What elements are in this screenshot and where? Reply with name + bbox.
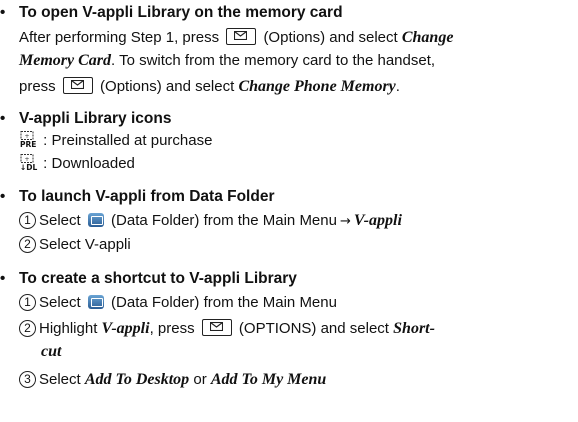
- step-item: 1 Select (Data Folder) from the Main Menu…: [19, 212, 402, 230]
- downloaded-icon: + ↓DL: [19, 154, 39, 171]
- section-heading: To launch V-appli from Data Folder: [19, 188, 275, 205]
- body-line: After performing Step 1, press (Options)…: [19, 28, 454, 46]
- icon-legend-item: + ↓DL : Downloaded: [19, 154, 135, 172]
- data-folder-icon: [87, 213, 104, 227]
- step-item: 2 Select V-appli: [19, 236, 131, 253]
- mail-key-icon: [201, 319, 232, 336]
- svg-text:+: +: [24, 156, 29, 163]
- bullet: •: [0, 110, 6, 127]
- section-heading: To create a shortcut to V-appli Library: [19, 270, 297, 287]
- step-item: 2 Highlight V-appli, press (OPTIONS) and …: [19, 319, 435, 338]
- step-number: 2: [19, 236, 36, 253]
- data-folder-icon: [87, 295, 104, 309]
- svg-text:↓DL: ↓DL: [20, 163, 38, 171]
- icon-legend-item: + PRE : Preinstalled at purchase: [19, 131, 213, 149]
- step-number: 1: [19, 294, 36, 311]
- step-item: 1 Select (Data Folder) from the Main Menu: [19, 294, 337, 311]
- section-heading: To open V-appli Library on the memory ca…: [19, 4, 343, 21]
- step-number: 1: [19, 212, 36, 229]
- preinstalled-icon: + PRE: [19, 131, 39, 148]
- svg-text:+: +: [24, 133, 29, 140]
- step-number: 2: [19, 320, 36, 337]
- section-heading: V-appli Library icons: [19, 110, 172, 127]
- arrow-right-icon: →: [339, 214, 351, 229]
- bullet: •: [0, 4, 6, 21]
- body-line: press (Options) and select Change Phone …: [19, 77, 400, 95]
- svg-text:PRE: PRE: [20, 140, 36, 148]
- bullet: •: [0, 188, 6, 205]
- mail-key-icon: [62, 77, 93, 94]
- step-continuation: cut: [41, 343, 62, 360]
- mail-key-icon: [226, 28, 257, 45]
- step-number: 3: [19, 371, 36, 388]
- body-line: Memory Card. To switch from the memory c…: [19, 52, 436, 69]
- bullet: •: [0, 270, 6, 287]
- step-item: 3 Select Add To Desktop or Add To My Menu: [19, 371, 326, 389]
